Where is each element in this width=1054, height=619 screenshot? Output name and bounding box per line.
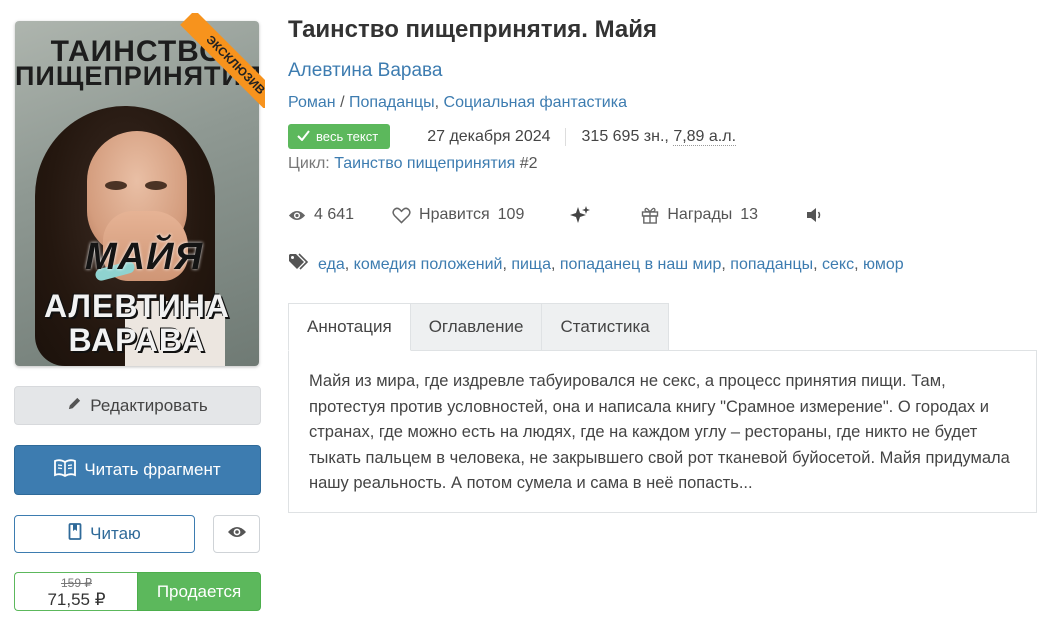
- views-count: 4 641: [314, 206, 355, 223]
- book-size: 315 695 зн., 7,89 а.л.: [581, 127, 737, 146]
- tag-separator: ,: [551, 255, 560, 273]
- watch-button[interactable]: [213, 515, 260, 553]
- book-meta: весь текст 27 декабря 2024 315 695 зн., …: [288, 123, 737, 150]
- genre-list: Роман / Попаданцы, Социальная фантастика: [288, 94, 627, 112]
- cover-art-eye: [105, 181, 127, 190]
- tab-statistics[interactable]: Статистика: [542, 303, 669, 351]
- genre-separator: ,: [434, 94, 444, 111]
- genre-link[interactable]: Роман: [288, 94, 336, 111]
- book-open-icon: [54, 458, 77, 482]
- cover-author-line1: АЛЕВТИНА: [44, 288, 230, 324]
- tag-separator: ,: [854, 255, 863, 273]
- cycle-info: Цикл: Таинство пищепринятия #2: [288, 155, 538, 173]
- tag-link[interactable]: секс: [822, 256, 854, 274]
- tag-link[interactable]: попаданцы: [730, 256, 813, 274]
- check-icon: [297, 129, 310, 144]
- tag-separator: ,: [721, 255, 731, 273]
- tag-separator: ,: [813, 255, 823, 273]
- sparkle-button[interactable]: [570, 205, 591, 225]
- tag-icon: [288, 253, 310, 276]
- tag-list: еда, комедия положений, пища, попаданец …: [288, 253, 904, 276]
- views-stat: 4 641: [288, 206, 354, 224]
- gift-icon: [641, 206, 659, 224]
- tag-link[interactable]: комедия положений: [354, 256, 503, 274]
- annotation-text: Майя из мира, где издревле табуировался …: [309, 372, 1010, 493]
- read-fragment-label: Читать фрагмент: [84, 460, 221, 479]
- book-tabs: Аннотация Оглавление Статистика: [288, 303, 669, 351]
- size-author-sheets: 7,89 а.л.: [673, 127, 737, 146]
- tab-annotation[interactable]: Аннотация: [288, 303, 411, 351]
- publish-date: 27 декабря 2024: [427, 127, 566, 146]
- exclusive-ribbon: ЭКСКЛЮЗИВ: [170, 13, 265, 108]
- bookmark-icon: [68, 523, 82, 545]
- tag-link[interactable]: пища: [511, 256, 551, 274]
- book-title: Таинство пищепринятия. Майя: [288, 16, 658, 43]
- full-text-badge: весь текст: [288, 124, 391, 149]
- read-fragment-button[interactable]: Читать фрагмент: [14, 445, 261, 495]
- old-price: 159 ₽: [61, 576, 92, 590]
- eye-icon: [227, 524, 247, 544]
- cycle-link[interactable]: Таинство пищепринятия: [334, 155, 515, 172]
- new-price: 71,55 ₽: [47, 590, 106, 609]
- tab-contents[interactable]: Оглавление: [410, 303, 543, 351]
- author-link[interactable]: Алевтина Варава: [288, 60, 442, 82]
- genre-separator: /: [340, 94, 349, 111]
- reading-button[interactable]: Читаю: [14, 515, 195, 553]
- edit-button-label: Редактировать: [90, 395, 208, 415]
- cover-name: МАЙЯ: [85, 236, 204, 278]
- book-stats: 4 641 Нравится 109 Награды 13: [288, 204, 824, 226]
- like-button[interactable]: Нравится 109: [392, 206, 524, 224]
- audio-button[interactable]: [806, 207, 824, 223]
- heart-icon: [392, 207, 411, 224]
- tag-link[interactable]: юмор: [863, 256, 904, 274]
- cover-author-line2: ВАРАВА: [68, 322, 206, 358]
- cycle-number: #2: [519, 155, 538, 172]
- likes-count: 109: [497, 206, 525, 223]
- exclusive-ribbon-label: ЭКСКЛЮЗИВ: [180, 13, 265, 108]
- buy-button-label: Продается: [156, 581, 242, 601]
- pencil-icon: [67, 396, 82, 416]
- eye-icon: [288, 209, 306, 222]
- likes-label: Нравится: [419, 206, 490, 223]
- tag-separator: ,: [344, 255, 354, 273]
- sparkles-icon: [570, 205, 591, 225]
- awards-label: Награды: [667, 206, 733, 223]
- genre-link[interactable]: Попаданцы: [349, 94, 435, 111]
- cycle-label: Цикл:: [288, 155, 330, 172]
- tag-separator: ,: [502, 255, 512, 273]
- size-chars: 315 695 зн.,: [581, 127, 669, 145]
- awards-button[interactable]: Награды 13: [641, 206, 758, 224]
- cover-art-eye: [145, 181, 167, 190]
- tag-link[interactable]: попаданец в наш мир: [560, 256, 722, 274]
- genre-link[interactable]: Социальная фантастика: [444, 94, 627, 111]
- speaker-icon: [806, 207, 824, 223]
- full-text-badge-label: весь текст: [316, 129, 379, 144]
- price-box: 159 ₽ 71,55 ₽: [14, 572, 138, 611]
- buy-button[interactable]: Продается: [137, 572, 261, 611]
- awards-count: 13: [740, 206, 759, 223]
- tag-link[interactable]: еда: [318, 256, 345, 274]
- edit-button[interactable]: Редактировать: [14, 386, 261, 425]
- reading-button-label: Читаю: [90, 524, 141, 543]
- tab-panel: Майя из мира, где издревле табуировался …: [288, 350, 1037, 513]
